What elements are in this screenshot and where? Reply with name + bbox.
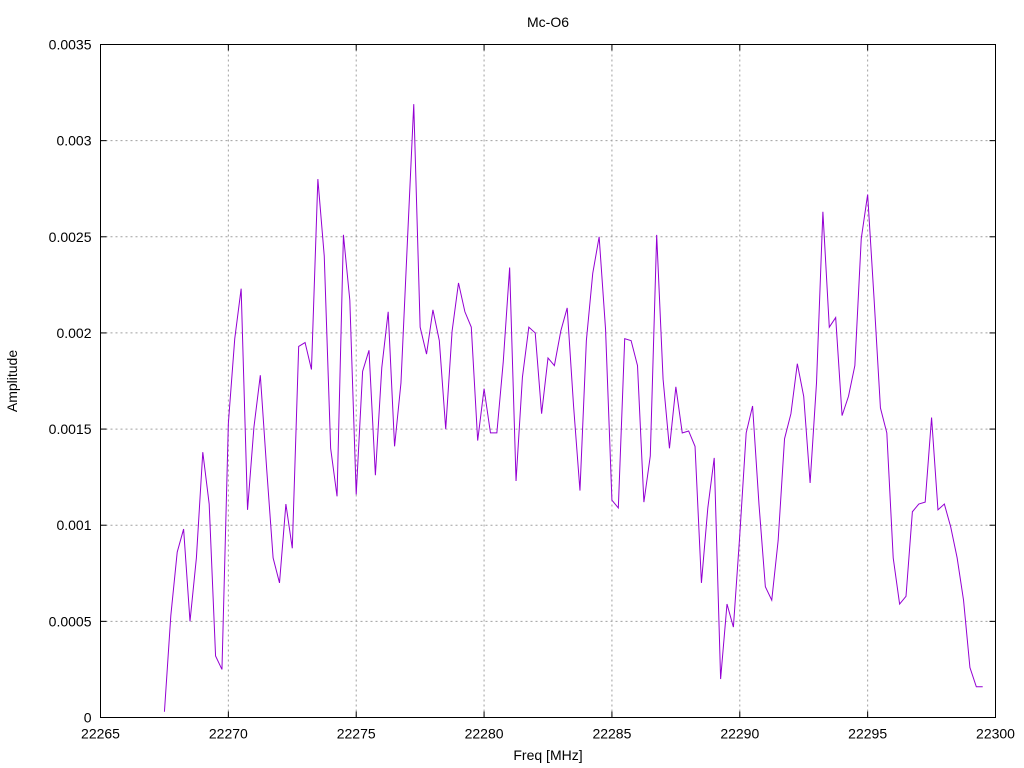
y-tick-label: 0 xyxy=(84,710,92,726)
chart-title: Mc-O6 xyxy=(527,14,569,30)
y-axis-label: Amplitude xyxy=(4,350,20,412)
y-tick-label: 0.002 xyxy=(56,325,91,341)
axis-ticks xyxy=(100,44,996,718)
y-tick-label: 0.001 xyxy=(56,517,91,533)
x-tick-label: 22290 xyxy=(720,726,759,742)
x-tick-labels: 22265 22270 22275 22280 22285 22290 22295 22300 xyxy=(81,726,1015,742)
series-group xyxy=(163,104,983,712)
x-tick-label: 22295 xyxy=(848,726,887,742)
x-tick-label: 22280 xyxy=(465,726,504,742)
y-tick-labels: 0 0.0005 0.001 0.0015 0.002 0.0025 0.003 0.0035 xyxy=(49,37,92,726)
x-tick-label: 22300 xyxy=(976,726,1015,742)
y-tick-label: 0.0005 xyxy=(49,613,92,629)
x-axis-label: Freq [MHz] xyxy=(513,747,582,763)
x-tick-label: 22265 xyxy=(81,726,120,742)
x-tick-label: 22275 xyxy=(337,726,376,742)
y-tick-label: 0.003 xyxy=(56,133,91,149)
y-tick-label: 0.0015 xyxy=(49,421,92,437)
series-line xyxy=(163,104,983,712)
plot-frame xyxy=(100,44,996,718)
x-tick-label: 22285 xyxy=(592,726,631,742)
grid-lines xyxy=(100,44,996,718)
line-chart: 22265 22270 22275 22280 22285 22290 22295 22300… xyxy=(4,14,1015,763)
x-tick-label: 22270 xyxy=(209,726,248,742)
y-tick-label: 0.0035 xyxy=(49,37,92,53)
y-tick-label: 0.0025 xyxy=(49,229,92,245)
